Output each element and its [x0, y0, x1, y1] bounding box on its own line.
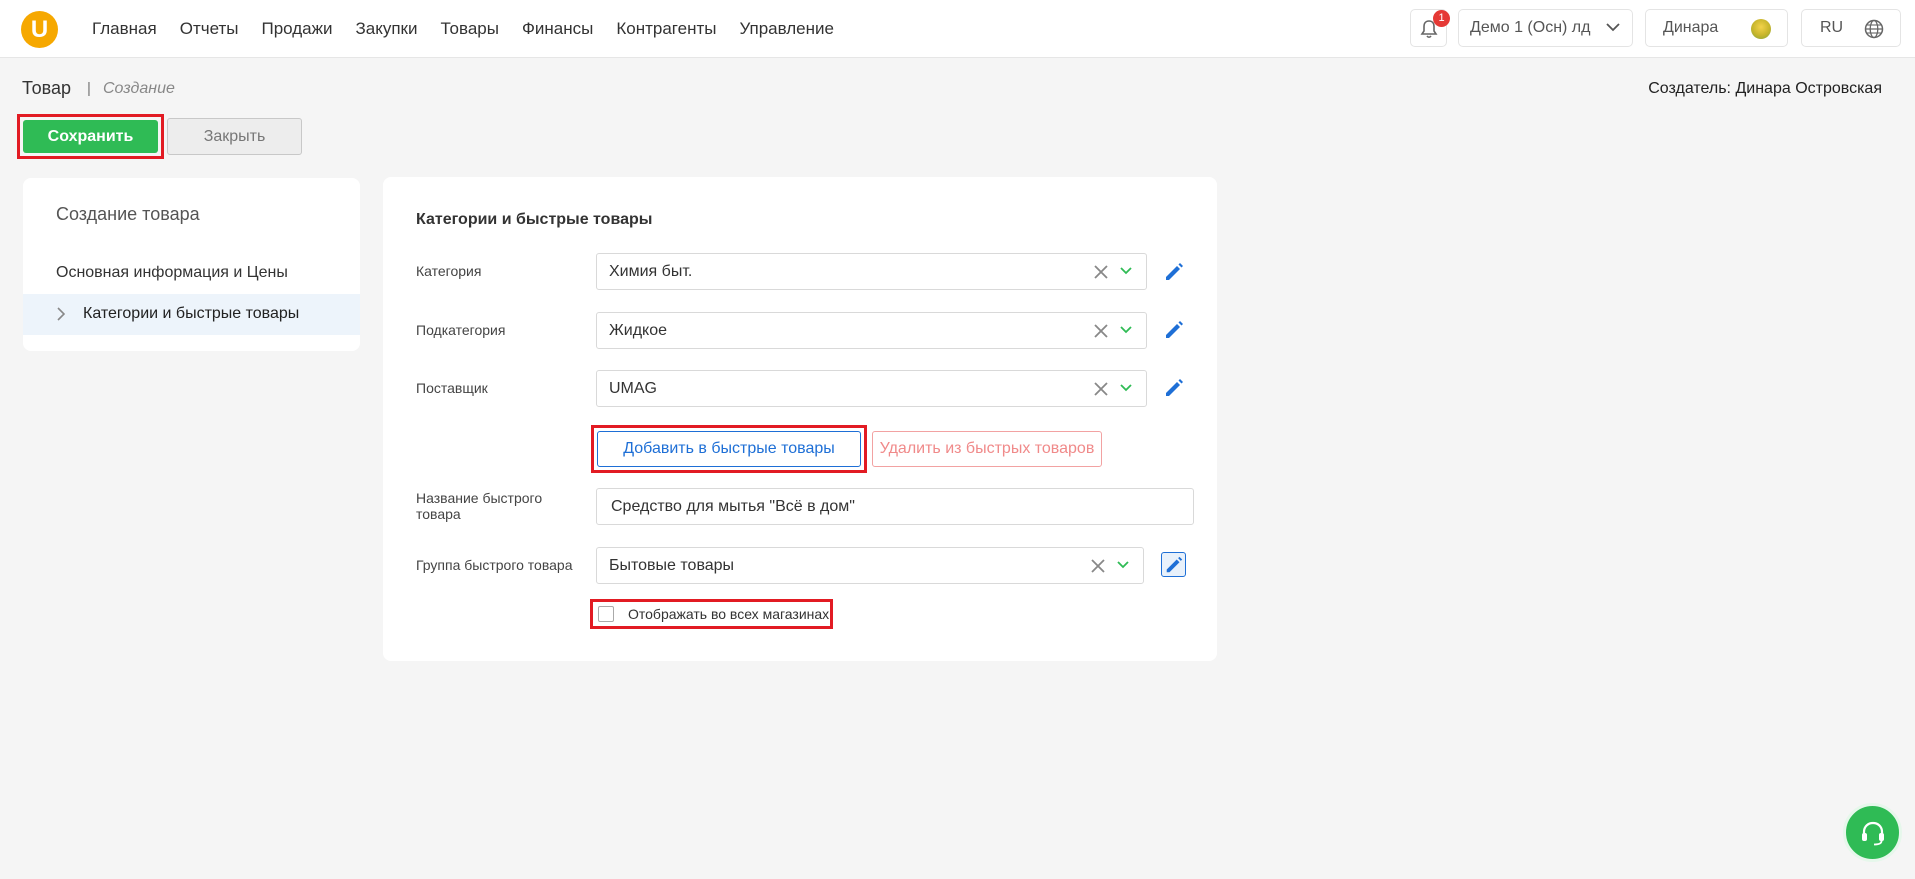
edit-supplier-icon[interactable]	[1163, 377, 1185, 399]
support-button[interactable]	[1843, 803, 1902, 862]
globe-icon	[1864, 19, 1884, 39]
quick-name-value: Средство для мытья "Всё в дом"	[611, 498, 855, 515]
form-card: Категории и быстрые товары Категория Хим…	[383, 177, 1217, 661]
nav-item-products[interactable]: Товары	[440, 19, 498, 39]
clear-icon[interactable]	[1094, 382, 1108, 396]
quick-name-label: Название быстрого товара	[416, 490, 543, 522]
supplier-label: Поставщик	[416, 380, 488, 396]
show-all-stores-checkbox[interactable]	[598, 606, 614, 622]
language-value: RU	[1820, 19, 1844, 36]
clear-icon[interactable]	[1094, 265, 1108, 279]
subcategory-value: Жидкое	[609, 322, 668, 339]
store-select[interactable]: Демо 1 (Осн) лд	[1458, 9, 1633, 47]
subcategory-label: Подкатегория	[416, 322, 506, 338]
language-select[interactable]: RU	[1801, 9, 1901, 47]
title-separator: |	[87, 80, 91, 97]
remove-from-quick-button[interactable]: Удалить из быстрых товаров	[872, 431, 1102, 467]
chevron-down-icon[interactable]	[1120, 326, 1132, 334]
sidebar-item-main-info[interactable]: Основная информация и Цены	[56, 264, 288, 282]
supplier-value: UMAG	[609, 380, 657, 397]
nav-item-purchases[interactable]: Закупки	[355, 19, 417, 39]
edit-quick-group-button[interactable]	[1161, 552, 1186, 577]
save-button[interactable]: Сохранить	[23, 120, 158, 153]
quick-group-label: Группа быстрого товара	[416, 557, 573, 573]
supplier-select[interactable]: UMAG	[596, 370, 1147, 407]
category-select[interactable]: Химия быт.	[596, 253, 1147, 290]
notifications-badge: 1	[1433, 10, 1450, 27]
chevron-down-icon	[1606, 23, 1620, 32]
clear-icon[interactable]	[1091, 559, 1105, 573]
avatar	[1751, 19, 1771, 39]
store-select-value: Демо 1 (Осн) лд	[1470, 19, 1591, 36]
page-subtitle: Создание	[103, 80, 175, 97]
main-nav: Главная Отчеты Продажи Закупки Товары Фи…	[92, 0, 857, 58]
nav-item-finance[interactable]: Финансы	[522, 19, 593, 39]
nav-item-sales[interactable]: Продажи	[261, 19, 332, 39]
edit-subcategory-icon[interactable]	[1163, 319, 1185, 341]
user-menu[interactable]: Динара	[1645, 9, 1788, 47]
category-label: Категория	[416, 263, 482, 279]
sidebar: Создание товара Основная информация и Це…	[23, 178, 360, 351]
subcategory-select[interactable]: Жидкое	[596, 312, 1147, 349]
quick-group-value: Бытовые товары	[609, 557, 735, 574]
headset-icon	[1862, 821, 1884, 846]
add-to-quick-button[interactable]: Добавить в быстрые товары	[597, 431, 861, 467]
nav-item-reports[interactable]: Отчеты	[180, 19, 239, 39]
edit-icon	[1166, 556, 1183, 573]
page-title: Товар	[22, 78, 71, 98]
notifications-button[interactable]: 1	[1410, 9, 1450, 47]
top-navbar: U Главная Отчеты Продажи Закупки Товары …	[0, 0, 1915, 58]
show-all-stores-label[interactable]: Отображать во всех магазинах	[628, 606, 829, 622]
quick-group-select[interactable]: Бытовые товары	[596, 547, 1144, 584]
chevron-down-icon[interactable]	[1120, 267, 1132, 275]
close-button[interactable]: Закрыть	[167, 118, 302, 155]
clear-icon[interactable]	[1094, 324, 1108, 338]
sidebar-title: Создание товара	[56, 204, 200, 224]
sidebar-item-label: Категории и быстрые товары	[83, 305, 300, 322]
quick-name-input[interactable]: Средство для мытья "Всё в дом"	[596, 488, 1194, 525]
nav-item-home[interactable]: Главная	[92, 19, 157, 39]
umag-logo[interactable]: U	[21, 11, 58, 48]
sidebar-item-categories[interactable]: Категории и быстрые товары	[23, 294, 360, 335]
category-value: Химия быт.	[609, 263, 693, 280]
chevron-down-icon[interactable]	[1120, 384, 1132, 392]
user-name: Динара	[1663, 19, 1719, 36]
edit-category-icon[interactable]	[1163, 261, 1185, 283]
chevron-down-icon[interactable]	[1117, 561, 1129, 569]
chevron-right-icon	[57, 307, 65, 321]
nav-item-counterparties[interactable]: Контрагенты	[616, 19, 716, 39]
nav-item-management[interactable]: Управление	[739, 19, 834, 39]
section-title: Категории и быстрые товары	[416, 211, 653, 228]
creator-info: Создатель: Динара Островская	[1648, 80, 1882, 97]
